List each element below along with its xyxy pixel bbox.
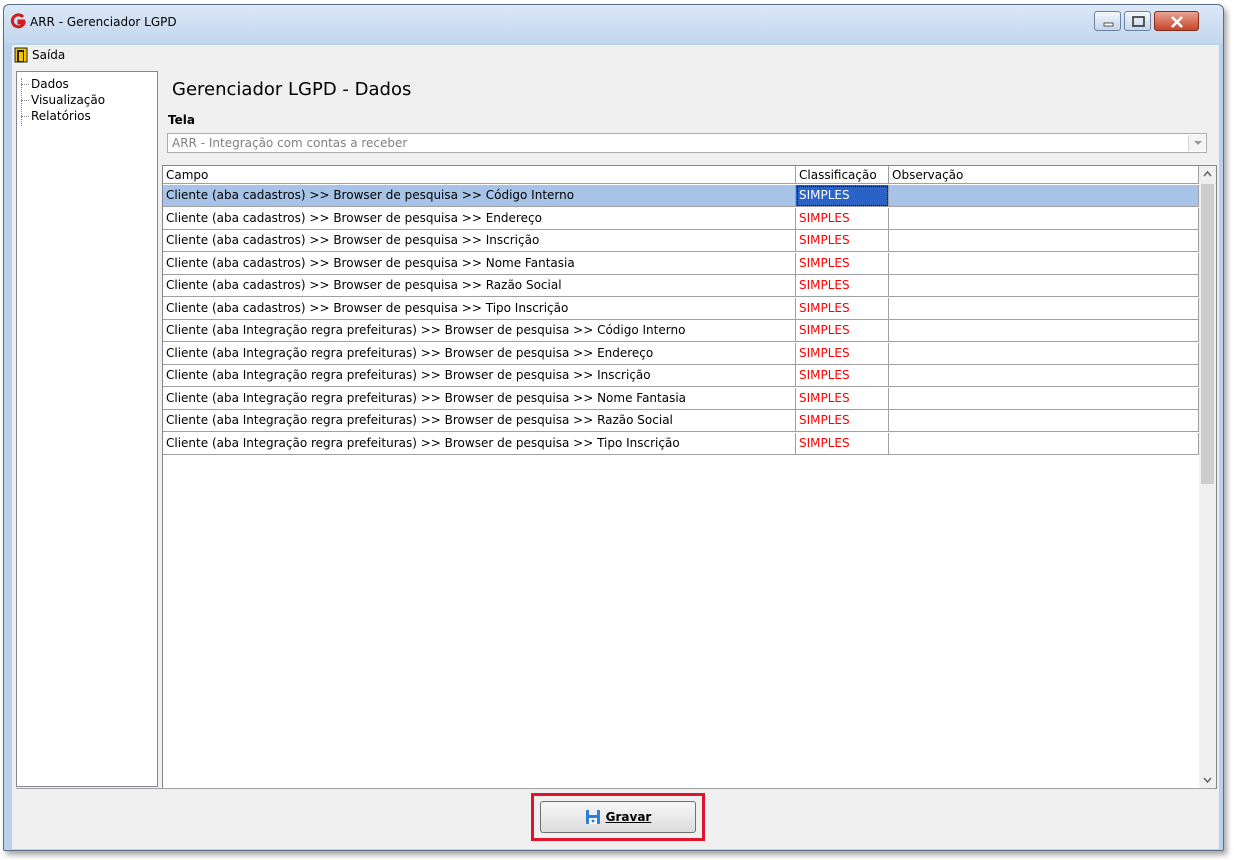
cell-observacao[interactable] <box>889 230 1199 252</box>
navigation-tree: Dados Visualização Relatórios <box>16 71 158 787</box>
cell-observacao[interactable] <box>889 297 1199 320</box>
cell-classificacao[interactable]: SIMPLES <box>796 230 889 252</box>
table-row[interactable]: Cliente (aba cadastros) >> Browser de pe… <box>163 207 1199 230</box>
menu-exit[interactable]: Saída <box>14 47 65 63</box>
close-button[interactable] <box>1154 11 1199 31</box>
scroll-down-icon[interactable] <box>1199 771 1216 788</box>
tree-item-label: Visualização <box>31 93 106 107</box>
cell-observacao[interactable] <box>889 320 1199 342</box>
tree-item-label: Relatórios <box>31 109 91 123</box>
exit-door-icon <box>14 47 28 63</box>
table-row[interactable]: Cliente (aba cadastros) >> Browser de pe… <box>163 230 1199 252</box>
dropdown-button[interactable] <box>1188 135 1205 151</box>
cell-classificacao[interactable]: SIMPLES <box>796 387 889 410</box>
table-row[interactable]: Cliente (aba cadastros) >> Browser de pe… <box>163 252 1199 275</box>
table-row[interactable]: Cliente (aba Integração regra prefeitura… <box>163 320 1199 342</box>
tela-select-value: ARR - Integração com contas a receber <box>172 136 408 150</box>
title-bar[interactable]: ARR - Gerenciador LGPD <box>4 5 1223 43</box>
cell-classificacao[interactable]: SIMPLES <box>796 207 889 230</box>
cell-classificacao[interactable]: SIMPLES <box>796 275 889 297</box>
cell-classificacao[interactable]: SIMPLES <box>796 320 889 342</box>
cell-classificacao[interactable]: SIMPLES <box>796 342 889 365</box>
cell-campo[interactable]: Cliente (aba cadastros) >> Browser de pe… <box>163 252 796 275</box>
cell-campo[interactable]: Cliente (aba cadastros) >> Browser de pe… <box>163 185 796 207</box>
table-row[interactable]: Cliente (aba Integração regra prefeitura… <box>163 410 1199 432</box>
cell-observacao[interactable] <box>889 432 1199 455</box>
save-button-label: Gravar <box>605 810 652 824</box>
minimize-icon <box>1103 22 1114 27</box>
scroll-up-icon[interactable] <box>1199 166 1216 183</box>
cell-classificacao[interactable]: SIMPLES <box>796 410 889 432</box>
maximize-button[interactable] <box>1124 11 1151 31</box>
app-logo-icon <box>10 13 26 29</box>
table-row[interactable]: Cliente (aba Integração regra prefeitura… <box>163 387 1199 410</box>
cell-campo[interactable]: Cliente (aba cadastros) >> Browser de pe… <box>163 297 796 320</box>
page-title: Gerenciador LGPD - Dados <box>172 79 412 100</box>
tree-item-label: Dados <box>31 77 69 91</box>
grid-header: Campo Classificação Observação <box>163 166 1199 184</box>
tela-label: Tela <box>168 113 195 127</box>
cell-observacao[interactable] <box>889 365 1199 387</box>
cell-observacao[interactable] <box>889 252 1199 275</box>
app-window: ARR - Gerenciador LGPD Saída Dados Visua… <box>3 4 1224 851</box>
minimize-button[interactable] <box>1094 11 1121 31</box>
cell-campo[interactable]: Cliente (aba Integração regra prefeitura… <box>163 365 796 387</box>
close-icon <box>1171 16 1183 28</box>
table-row[interactable]: Cliente (aba cadastros) >> Browser de pe… <box>163 185 1199 207</box>
fields-grid: Campo Classificação Observação Cliente (… <box>162 165 1217 789</box>
tree-item-dados[interactable]: Dados <box>17 76 69 92</box>
cell-classificacao[interactable]: SIMPLES <box>796 365 889 387</box>
client-area: Dados Visualização Relatórios Gerenciado… <box>12 65 1219 849</box>
vertical-scrollbar[interactable] <box>1199 166 1216 788</box>
scrollbar-thumb[interactable] <box>1201 184 1214 484</box>
table-row[interactable]: Cliente (aba Integração regra prefeitura… <box>163 432 1199 455</box>
table-row[interactable]: Cliente (aba cadastros) >> Browser de pe… <box>163 275 1199 297</box>
cell-observacao[interactable] <box>889 185 1199 207</box>
cell-observacao[interactable] <box>889 342 1199 365</box>
tree-branch-line <box>17 76 31 92</box>
menu-exit-label: Saída <box>32 48 66 62</box>
tree-item-visualizacao[interactable]: Visualização <box>17 92 105 108</box>
chevron-down-icon <box>1194 141 1202 145</box>
cell-classificacao[interactable]: SIMPLES <box>796 432 889 455</box>
table-row[interactable]: Cliente (aba Integração regra prefeitura… <box>163 365 1199 387</box>
cell-observacao[interactable] <box>889 387 1199 410</box>
cell-observacao[interactable] <box>889 410 1199 432</box>
cell-campo[interactable]: Cliente (aba cadastros) >> Browser de pe… <box>163 207 796 230</box>
footer-divider <box>16 788 1215 789</box>
maximize-icon <box>1132 16 1145 27</box>
cell-campo[interactable]: Cliente (aba Integração regra prefeitura… <box>163 432 796 455</box>
cell-classificacao[interactable]: SIMPLES <box>796 297 889 320</box>
tree-branch-line <box>17 108 31 124</box>
cell-campo[interactable]: Cliente (aba cadastros) >> Browser de pe… <box>163 275 796 297</box>
cell-campo[interactable]: Cliente (aba Integração regra prefeitura… <box>163 342 796 365</box>
tree-item-relatorios[interactable]: Relatórios <box>17 108 91 124</box>
table-row[interactable]: Cliente (aba cadastros) >> Browser de pe… <box>163 297 1199 320</box>
cell-campo[interactable]: Cliente (aba cadastros) >> Browser de pe… <box>163 230 796 252</box>
cell-campo[interactable]: Cliente (aba Integração regra prefeitura… <box>163 320 796 342</box>
column-header-observacao[interactable]: Observação <box>889 166 1199 184</box>
tree-branch-line <box>17 92 31 108</box>
cell-classificacao[interactable]: SIMPLES <box>796 252 889 275</box>
save-button[interactable]: Gravar <box>540 801 696 833</box>
cell-campo[interactable]: Cliente (aba Integração regra prefeitura… <box>163 387 796 410</box>
menu-bar: Saída <box>12 45 1219 65</box>
table-row[interactable]: Cliente (aba Integração regra prefeitura… <box>163 342 1199 365</box>
tela-select[interactable]: ARR - Integração com contas a receber <box>167 133 1207 153</box>
cell-observacao[interactable] <box>889 275 1199 297</box>
cell-observacao[interactable] <box>889 207 1199 230</box>
column-header-campo[interactable]: Campo <box>163 166 796 184</box>
floppy-disk-icon <box>585 810 600 824</box>
cell-campo[interactable]: Cliente (aba Integração regra prefeitura… <box>163 410 796 432</box>
window-title: ARR - Gerenciador LGPD <box>30 15 177 29</box>
cell-classificacao[interactable]: SIMPLES <box>796 185 889 207</box>
column-header-classificacao[interactable]: Classificação <box>796 166 889 184</box>
